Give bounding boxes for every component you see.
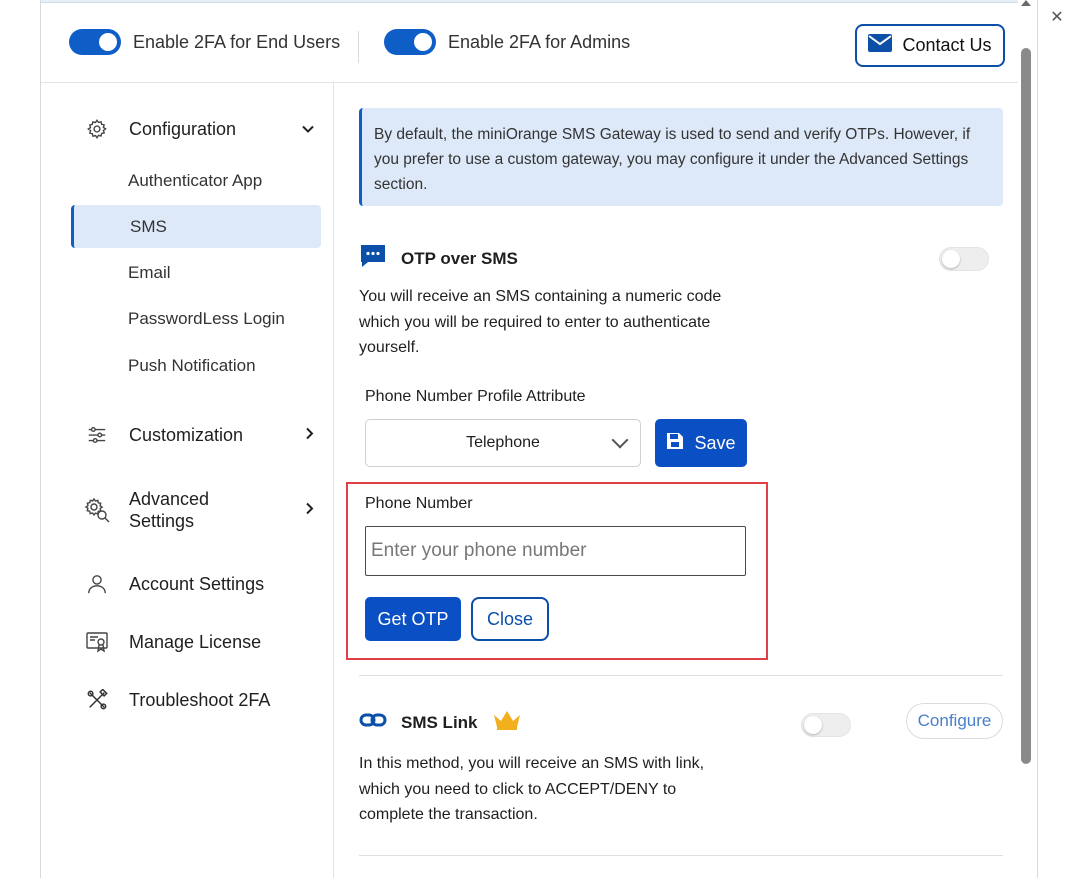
link-icon <box>359 712 387 733</box>
sms-link-header: SMS Link <box>359 709 522 736</box>
otp-over-sms-header: OTP over SMS <box>359 243 518 274</box>
sidebar-item-push-notification[interactable]: Push Notification <box>128 356 256 376</box>
sms-link-desc-line3: complete the transaction. <box>359 806 538 823</box>
contact-us-button[interactable]: Contact Us <box>855 24 1005 67</box>
phone-number-label: Phone Number <box>365 495 473 512</box>
otp-desc-line1: You will receive an SMS containing a num… <box>359 288 722 305</box>
crown-icon <box>492 709 522 736</box>
toggle-admins-group: Enable 2FA for Admins <box>384 29 630 55</box>
sms-link-desc-line1: In this method, you will receive an SMS … <box>359 755 705 772</box>
toggle-end-users-label: Enable 2FA for End Users <box>133 31 341 52</box>
sidebar-item-customization-label: Customization <box>129 424 244 445</box>
settings-panel: Enable 2FA for End Users Enable 2FA for … <box>40 0 1038 878</box>
tools-icon <box>85 688 109 712</box>
advanced-label-line1: Advanced <box>129 489 210 509</box>
chevron-right-icon <box>305 500 315 521</box>
save-button-label: Save <box>694 432 736 453</box>
get-otp-button[interactable]: Get OTP <box>365 597 461 641</box>
configure-button[interactable]: Configure <box>906 703 1003 739</box>
section-divider <box>359 675 1003 676</box>
sidebar-item-authenticator-app[interactable]: Authenticator App <box>128 171 262 191</box>
sidebar-item-manage-license[interactable]: Manage License <box>85 630 315 654</box>
sms-link-desc-line2: which you need to click to ACCEPT/DENY t… <box>359 780 677 798</box>
sidebar-item-configuration-label: Configuration <box>129 118 237 139</box>
otp-desc-line2: which you will be required to enter to a… <box>359 313 711 331</box>
sidebar-item-configuration[interactable]: Configuration <box>85 117 315 141</box>
toggle-admins-switch[interactable] <box>384 29 436 55</box>
advanced-label-line2: Settings <box>129 511 195 531</box>
phone-number-input[interactable] <box>365 526 746 576</box>
sidebar-item-troubleshoot-2fa-label: Troubleshoot 2FA <box>129 689 271 710</box>
otp-over-sms-toggle[interactable] <box>939 247 989 271</box>
toggle-end-users-group: Enable 2FA for End Users <box>69 29 340 55</box>
info-callout: By default, the miniOrange SMS Gateway i… <box>359 108 1003 206</box>
chevron-down-icon <box>301 119 315 140</box>
otp-over-sms-description: You will receive an SMS containing a num… <box>359 284 721 361</box>
close-button[interactable]: Close <box>471 597 549 641</box>
sms-link-description: In this method, you will receive an SMS … <box>359 751 704 828</box>
section-divider <box>359 855 1003 856</box>
user-icon <box>85 572 109 596</box>
certificate-icon <box>85 630 109 654</box>
floppy-disk-icon <box>666 432 684 455</box>
sidebar-item-email[interactable]: Email <box>128 263 171 283</box>
phone-profile-attribute-value: Telephone <box>466 434 540 451</box>
chevron-down-icon <box>611 431 629 449</box>
header-divider <box>358 31 359 63</box>
sms-link-toggle[interactable] <box>801 713 851 737</box>
sidebar: Configuration Authenticator App SMS Emai… <box>41 83 334 878</box>
chat-bubble-icon <box>359 243 387 274</box>
sliders-icon <box>85 423 109 447</box>
sidebar-item-account-settings[interactable]: Account Settings <box>85 572 315 596</box>
toggle-admins-label: Enable 2FA for Admins <box>448 31 631 52</box>
sidebar-item-troubleshoot-2fa[interactable]: Troubleshoot 2FA <box>85 688 315 712</box>
sidebar-active-highlight <box>71 205 321 248</box>
sidebar-item-advanced-settings[interactable]: Advanced Settings <box>83 488 315 532</box>
chevron-right-icon <box>305 425 315 446</box>
sidebar-item-account-settings-label: Account Settings <box>129 573 265 594</box>
sms-link-title: SMS Link <box>401 712 478 732</box>
sidebar-item-manage-license-label: Manage License <box>129 631 262 652</box>
contact-us-label: Contact Us <box>902 35 992 55</box>
header-bar: Enable 2FA for End Users Enable 2FA for … <box>41 3 1021 83</box>
app-window: Enable 2FA for End Users Enable 2FA for … <box>0 0 1069 878</box>
phone-profile-attribute-label: Phone Number Profile Attribute <box>365 388 586 405</box>
main-content: By default, the miniOrange SMS Gateway i… <box>346 83 1003 878</box>
scrollbar-thumb[interactable] <box>1021 48 1031 764</box>
sidebar-item-advanced-settings-label: Advanced Settings <box>129 488 209 532</box>
toggle-end-users-switch[interactable] <box>69 29 121 55</box>
phone-profile-attribute-select[interactable]: Telephone <box>365 419 641 467</box>
sidebar-item-passwordless-login[interactable]: PasswordLess Login <box>128 309 285 329</box>
otp-over-sms-title: OTP over SMS <box>401 248 518 268</box>
gear-search-icon <box>83 496 111 524</box>
envelope-icon <box>868 34 893 57</box>
otp-desc-line3: yourself. <box>359 339 420 356</box>
scroll-up-arrow-icon[interactable] <box>1021 0 1031 6</box>
save-button[interactable]: Save <box>655 419 747 467</box>
gear-icon <box>85 117 109 141</box>
close-icon[interactable]: ✕ <box>1049 10 1065 26</box>
sidebar-item-sms[interactable]: SMS <box>130 217 167 237</box>
sidebar-item-customization[interactable]: Customization <box>85 423 315 447</box>
